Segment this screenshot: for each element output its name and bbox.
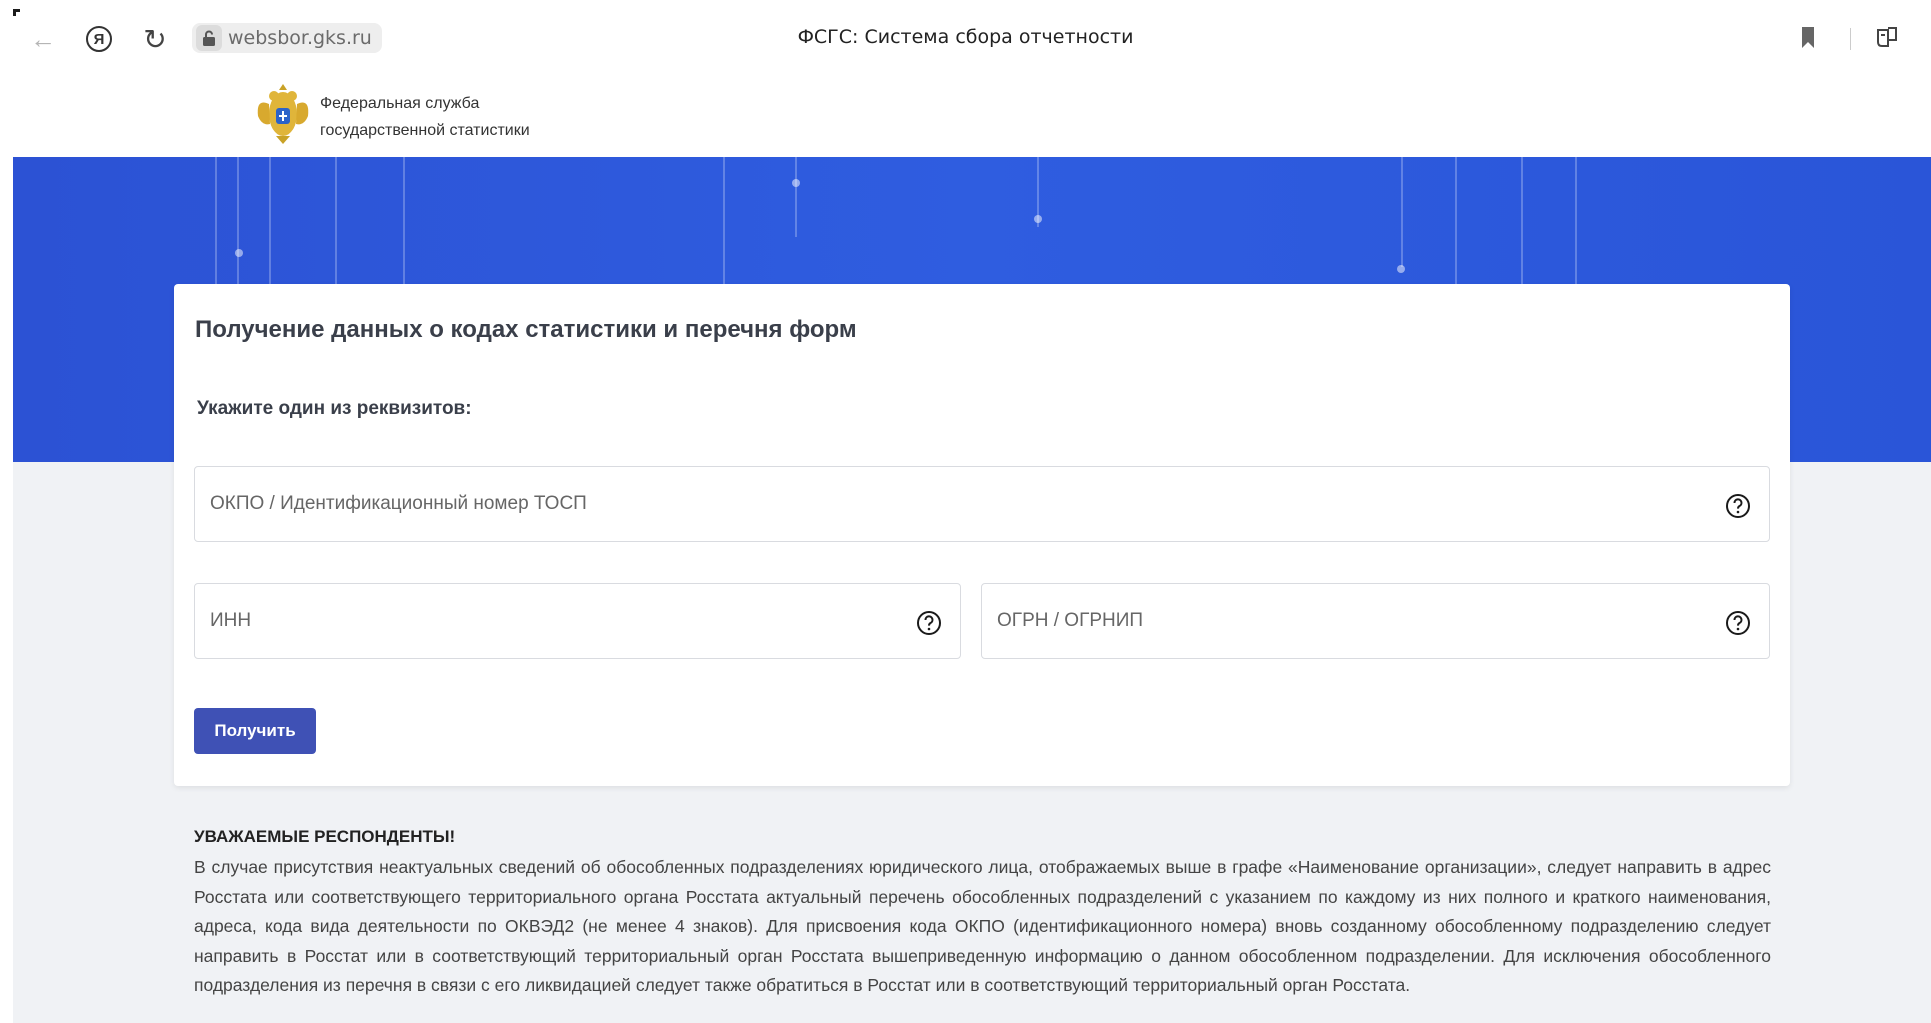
hero-decor-dot bbox=[235, 249, 243, 257]
respondents-notice: УВАЖАЕМЫЕ РЕСПОНДЕНТЫ! В случае присутст… bbox=[194, 827, 1771, 1001]
ogrn-field bbox=[981, 583, 1770, 659]
window-corner-mark bbox=[13, 9, 20, 16]
question-circle-icon[interactable] bbox=[1725, 493, 1751, 519]
card-subtitle: Укажите один из реквизитов: bbox=[197, 398, 472, 419]
browser-toolbar: ← Я ↻ websbor.gks.ru ФСГС: Система сбора… bbox=[0, 0, 1931, 77]
coat-of-arms-logo[interactable] bbox=[254, 80, 312, 148]
submit-button[interactable]: Получить bbox=[194, 708, 316, 754]
unlocked-padlock-icon[interactable] bbox=[196, 25, 222, 51]
bookmark-icon[interactable] bbox=[1800, 26, 1816, 50]
question-circle-icon[interactable] bbox=[916, 610, 942, 636]
question-circle-icon[interactable] bbox=[1725, 610, 1751, 636]
yandex-glyph: Я bbox=[86, 26, 112, 52]
org-name: Федеральная служба государственной стати… bbox=[320, 90, 530, 144]
hero-decor-dot bbox=[792, 179, 800, 187]
site-header: Федеральная служба государственной стати… bbox=[0, 76, 1931, 156]
hero-decor-line bbox=[795, 157, 797, 237]
hero-decor-line bbox=[1401, 157, 1403, 267]
ogrn-input[interactable] bbox=[982, 584, 1769, 658]
org-name-line1: Федеральная служба bbox=[320, 95, 480, 112]
url-text: websbor.gks.ru bbox=[228, 27, 372, 49]
org-name-line2: государственной статистики bbox=[320, 122, 530, 139]
hero-decor-dot bbox=[1397, 265, 1405, 273]
okpo-input[interactable] bbox=[195, 467, 1769, 541]
notice-text: В случае присутствия неактуальных сведен… bbox=[194, 857, 1771, 995]
yandex-logo-icon[interactable]: Я bbox=[80, 20, 118, 58]
hero-decor-dot bbox=[1034, 215, 1042, 223]
toolbar-divider bbox=[1850, 28, 1851, 50]
reader-mode-icon[interactable] bbox=[1872, 22, 1902, 52]
address-bar[interactable]: websbor.gks.ru bbox=[192, 23, 382, 53]
notice-heading: УВАЖАЕМЫЕ РЕСПОНДЕНТЫ! bbox=[194, 827, 456, 846]
back-arrow-icon[interactable]: ← bbox=[24, 20, 62, 58]
inn-input[interactable] bbox=[195, 584, 960, 658]
reload-icon[interactable]: ↻ bbox=[136, 20, 174, 58]
card-title: Получение данных о кодах статистики и пе… bbox=[195, 316, 857, 343]
okpo-field bbox=[194, 466, 1770, 542]
inn-field bbox=[194, 583, 961, 659]
query-card: Получение данных о кодах статистики и пе… bbox=[174, 284, 1790, 786]
